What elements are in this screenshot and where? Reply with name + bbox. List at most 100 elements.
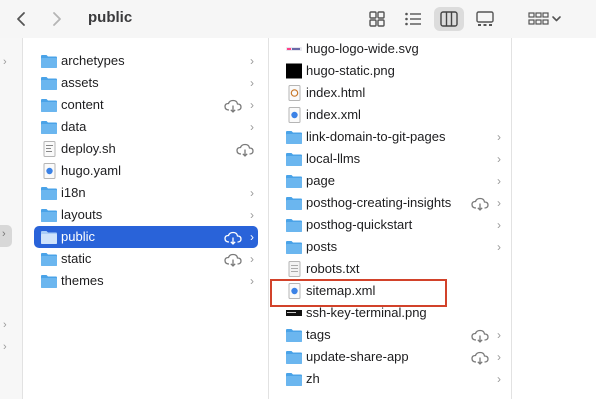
item-name: page xyxy=(306,173,335,188)
item-name: data xyxy=(61,119,87,134)
project-column: archetypes › assets › content › data › deploy.sh… xyxy=(23,38,269,399)
chevron-right-icon: › xyxy=(497,218,501,232)
chevron-right-icon: › xyxy=(497,240,501,254)
script-file-icon xyxy=(43,141,56,157)
chevron-right-icon: › xyxy=(250,230,254,244)
folder-icon xyxy=(286,131,302,144)
chevron-right-icon: › xyxy=(3,56,7,68)
cloud-download-icon[interactable] xyxy=(224,252,242,267)
chevron-right-icon: › xyxy=(250,120,254,134)
column-view-button[interactable] xyxy=(434,7,464,31)
folder-item-layouts[interactable]: layouts › xyxy=(34,204,258,226)
chevron-right-icon: › xyxy=(497,372,501,386)
group-by-button[interactable] xyxy=(526,7,566,31)
chevron-right-icon: › xyxy=(3,341,7,353)
item-name: hugo.yaml xyxy=(61,163,121,178)
item-name: local-llms xyxy=(306,151,361,166)
folder-item-public[interactable]: public › xyxy=(34,226,258,248)
back-button[interactable] xyxy=(12,9,32,29)
yaml-file-icon xyxy=(43,163,56,179)
chevron-right-icon: › xyxy=(250,76,254,90)
preview-column xyxy=(512,38,596,399)
chevron-right-icon: › xyxy=(250,186,254,200)
chevron-right-icon: › xyxy=(250,208,254,222)
folder-item-tags[interactable]: tags › xyxy=(279,324,505,346)
item-name: layouts xyxy=(61,207,103,222)
item-name: archetypes xyxy=(61,53,125,68)
cloud-download-icon[interactable] xyxy=(236,142,254,157)
folder-icon xyxy=(41,231,57,244)
chevron-right-icon: › xyxy=(250,54,254,68)
item-name: robots.txt xyxy=(306,261,360,276)
icon-view-button[interactable] xyxy=(362,7,392,31)
folder-icon xyxy=(41,275,57,288)
text-file-icon xyxy=(288,261,301,277)
folder-item-assets[interactable]: assets › xyxy=(34,72,258,94)
folder-icon xyxy=(286,219,302,232)
cloud-download-icon[interactable] xyxy=(224,98,242,113)
folder-item-page[interactable]: page › xyxy=(279,170,505,192)
chevron-right-icon: › xyxy=(2,228,6,240)
cloud-download-icon[interactable] xyxy=(471,328,489,343)
file-item-hugo-yaml[interactable]: hugo.yaml xyxy=(34,160,258,182)
file-item-hugo-logo-wide-svg[interactable]: hugo-logo-wide.svg xyxy=(279,38,505,60)
parent-column[interactable]: › › › › xyxy=(0,38,23,399)
item-name: hugo-logo-wide.svg xyxy=(306,41,419,56)
folder-icon xyxy=(41,121,57,134)
item-name: link-domain-to-git-pages xyxy=(306,129,446,144)
folder-item-zh[interactable]: zh › xyxy=(279,368,505,390)
file-item-index-xml[interactable]: index.xml xyxy=(279,104,505,126)
list-icon xyxy=(405,12,421,26)
item-name: themes xyxy=(61,273,104,288)
view-switcher xyxy=(358,4,510,34)
item-name: static xyxy=(61,251,92,266)
chevron-left-icon xyxy=(17,12,25,26)
folder-item-local-llms[interactable]: local-llms › xyxy=(279,148,505,170)
grid-icon xyxy=(369,11,385,27)
folder-item-archetypes[interactable]: archetypes › xyxy=(34,50,258,72)
folder-item-posthog-quickstart[interactable]: posthog-quickstart › xyxy=(279,214,505,236)
image-file-icon xyxy=(286,63,302,79)
file-item-hugo-static-png[interactable]: hugo-static.png xyxy=(279,60,505,82)
folder-icon xyxy=(41,187,57,200)
folder-item-link-domain-to-git-pages[interactable]: link-domain-to-git-pages › xyxy=(279,126,505,148)
cloud-download-icon[interactable] xyxy=(224,230,242,245)
item-name: update-share-app xyxy=(306,349,409,364)
xml-file-icon xyxy=(288,107,301,123)
chevron-right-icon: › xyxy=(497,350,501,364)
item-name: assets xyxy=(61,75,99,90)
item-name: index.xml xyxy=(306,107,361,122)
folder-icon xyxy=(41,253,57,266)
chevron-right-icon: › xyxy=(497,130,501,144)
cloud-download-icon[interactable] xyxy=(471,196,489,211)
columns-icon xyxy=(440,11,458,27)
file-item-deploy-sh[interactable]: deploy.sh xyxy=(34,138,258,160)
list-view-button[interactable] xyxy=(398,7,428,31)
folder-icon xyxy=(286,175,302,188)
folder-item-content[interactable]: content › xyxy=(34,94,258,116)
folder-item-themes[interactable]: themes › xyxy=(34,270,258,292)
item-name: deploy.sh xyxy=(61,141,116,156)
folder-icon xyxy=(41,209,57,222)
toolbar: public xyxy=(0,0,596,39)
gallery-view-button[interactable] xyxy=(470,7,500,31)
folder-item-update-share-app[interactable]: update-share-app › xyxy=(279,346,505,368)
chevron-right-icon: › xyxy=(497,152,501,166)
file-item-index-html[interactable]: index.html xyxy=(279,82,505,104)
item-name: hugo-static.png xyxy=(306,63,395,78)
gallery-icon xyxy=(476,11,494,26)
folder-item-data[interactable]: data › xyxy=(34,116,258,138)
item-name: posthog-quickstart xyxy=(306,217,413,232)
file-item-robots-txt[interactable]: robots.txt xyxy=(279,258,505,280)
folder-icon xyxy=(41,55,57,68)
folder-item-posts[interactable]: posts › xyxy=(279,236,505,258)
cloud-download-icon[interactable] xyxy=(471,350,489,365)
column-resize-handle[interactable]: › xyxy=(0,225,12,247)
item-name: posts xyxy=(306,239,338,254)
folder-item-i18n[interactable]: i18n › xyxy=(34,182,258,204)
forward-button[interactable] xyxy=(46,9,66,29)
folder-item-static[interactable]: static › xyxy=(34,248,258,270)
item-name: content xyxy=(61,97,104,112)
folder-icon xyxy=(286,329,302,342)
folder-item-posthog-creating-insights[interactable]: posthog-creating-insights › xyxy=(279,192,505,214)
